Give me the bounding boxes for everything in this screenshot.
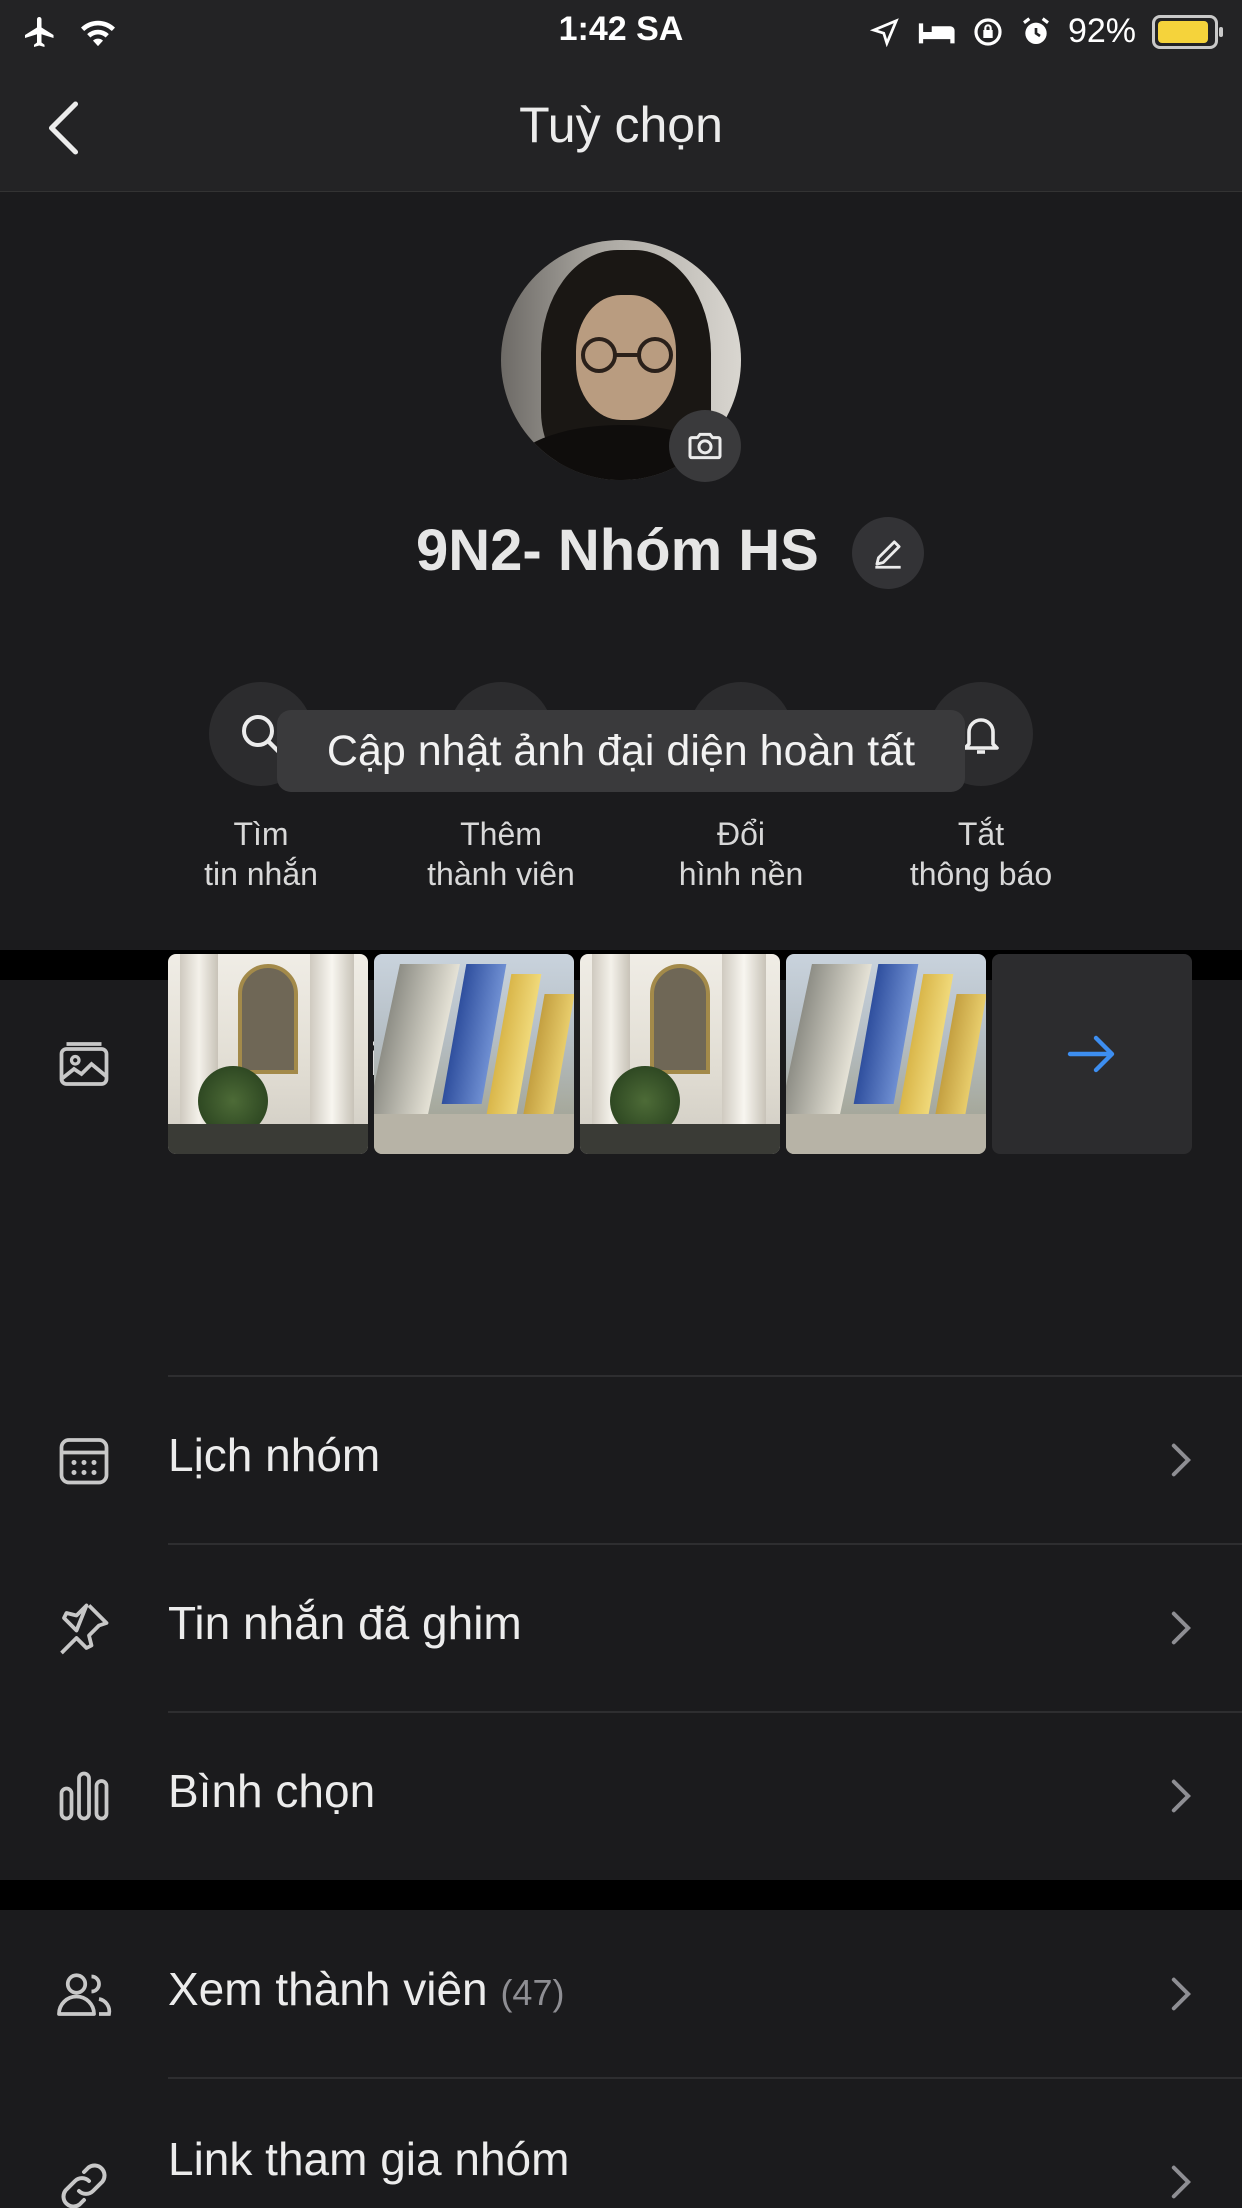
- status-bar: 1:42 SA 92%: [0, 0, 1242, 62]
- section-separator: [0, 1880, 1242, 1910]
- media-thumbnail[interactable]: [374, 954, 574, 1154]
- poll-label: Bình chọn: [168, 1765, 376, 1817]
- page-title: Tuỳ chọn: [519, 97, 723, 153]
- edit-name-button[interactable]: [852, 517, 924, 589]
- chevron-right-icon: [1171, 1779, 1192, 1813]
- media-thumbnail[interactable]: [168, 954, 368, 1154]
- poll-icon: [59, 1771, 109, 1821]
- media-thumbnails: [168, 954, 1192, 1154]
- group-calendar-label: Lịch nhóm: [168, 1429, 381, 1481]
- calendar-icon: [59, 1438, 109, 1485]
- chevron-right-icon: [1171, 1611, 1192, 1645]
- members-icon: [57, 1973, 112, 2016]
- battery-icon: [1152, 14, 1223, 49]
- toast-message: Cập nhật ảnh đại diện hoàn tất: [277, 710, 965, 792]
- pencil-icon: [875, 540, 901, 569]
- alarm-icon: [1022, 16, 1049, 44]
- view-members-label: Xem thành viên (47): [168, 1963, 565, 2015]
- invite-link-label: Link tham gia nhóm: [168, 2133, 570, 2185]
- chevron-right-icon: [1171, 1977, 1192, 2011]
- group-name: 9N2- Nhóm HS: [416, 518, 819, 583]
- invite-link-row[interactable]: Link tham gia nhóm: [0, 2078, 1242, 2208]
- chevron-right-icon: [1171, 1443, 1192, 1477]
- battery-percent: 92%: [1067, 12, 1136, 50]
- photo-icon: [59, 1042, 109, 1086]
- rotation-lock-icon: [974, 17, 1002, 46]
- nav-bar: Tuỳ chọn: [0, 62, 1242, 192]
- sleep-icon: [918, 22, 955, 43]
- chevron-right-icon: [1171, 2165, 1192, 2199]
- media-thumbnail[interactable]: [580, 954, 780, 1154]
- location-icon: [869, 17, 899, 47]
- member-count: (47): [500, 1972, 565, 2013]
- link-icon: [61, 2163, 107, 2208]
- view-all-media-button[interactable]: [992, 954, 1192, 1154]
- media-thumbnail[interactable]: [786, 954, 986, 1154]
- pinned-messages-label: Tin nhắn đã ghim: [168, 1597, 522, 1649]
- group-header: 9N2- Nhóm HS Tìm tin nhắn Thêm thành viên …: [0, 192, 1242, 950]
- group-calendar-row[interactable]: Lịch nhóm: [0, 1376, 1242, 1544]
- poll-row[interactable]: Bình chọn: [0, 1712, 1242, 1880]
- pinned-messages-row[interactable]: Tin nhắn đã ghim: [0, 1544, 1242, 1712]
- arrow-right-icon: [1067, 1035, 1115, 1073]
- pin-icon: [60, 1603, 109, 1655]
- change-avatar-button[interactable]: [669, 410, 741, 482]
- camera-icon: [688, 432, 722, 460]
- view-members-row[interactable]: Xem thành viên (47): [0, 1910, 1242, 2078]
